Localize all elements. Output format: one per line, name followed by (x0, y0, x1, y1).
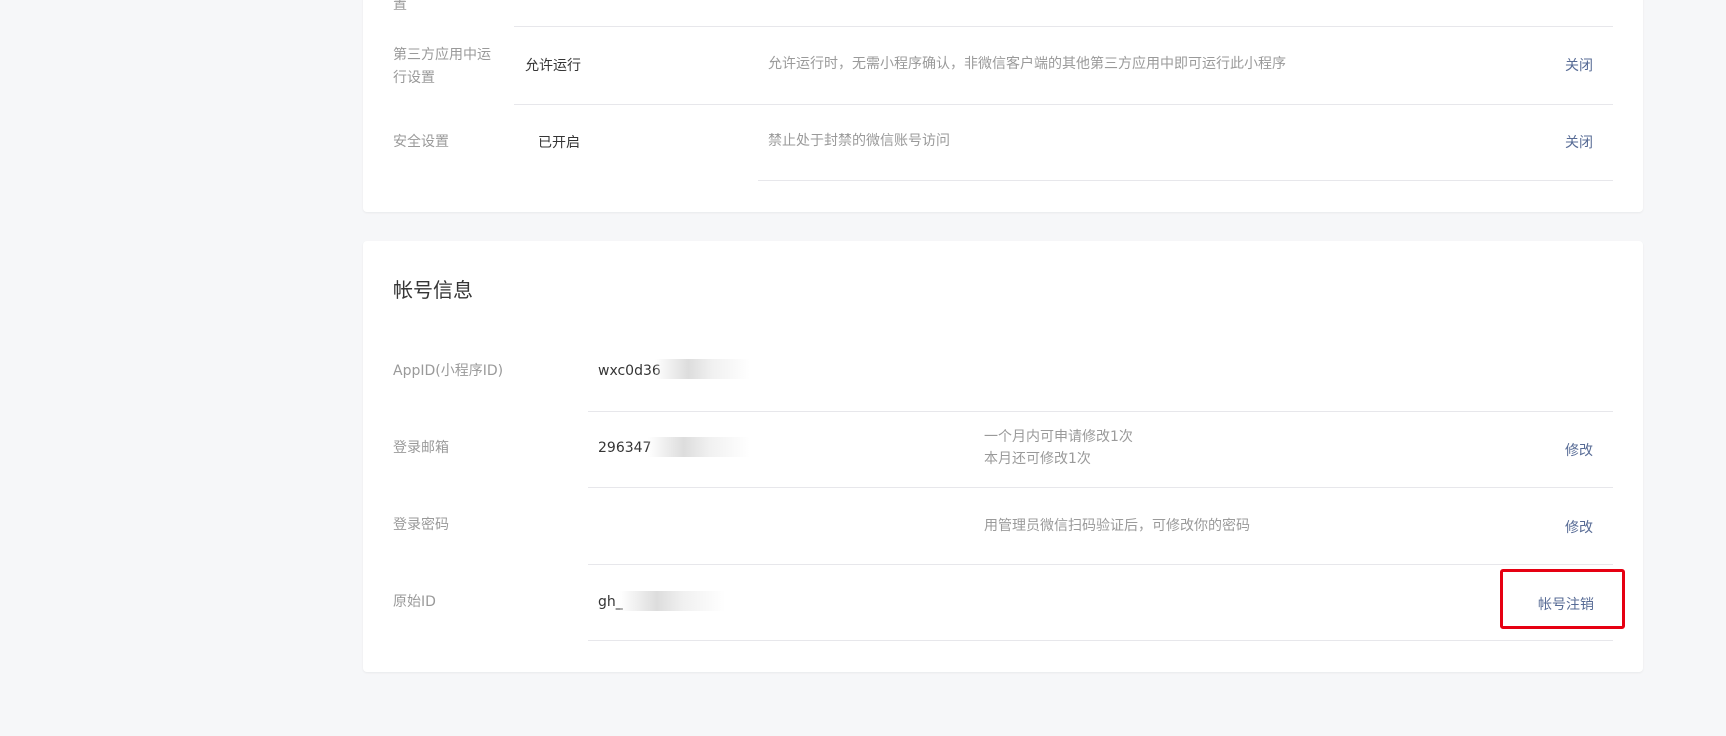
security-setting-desc: 禁止处于封禁的微信账号访问 (768, 133, 950, 149)
original-id-redaction-mask (620, 591, 725, 611)
highlight-box (1500, 569, 1625, 629)
security-setting-value: 已开启 (538, 135, 580, 151)
third-party-run-label-line2: 行设置 (393, 70, 435, 86)
original-id-label: 原始ID (393, 594, 436, 610)
partial-label: 置 (393, 0, 407, 13)
login-email-desc-line1: 一个月内可申请修改1次 (984, 429, 1133, 445)
login-password-desc: 用管理员微信扫码验证后，可修改你的密码 (984, 518, 1250, 534)
appid-value: wxc0d36 (598, 363, 661, 379)
divider (514, 26, 1613, 27)
third-party-run-desc: 允许运行时，无需小程序确认，非微信客户端的其他第三方应用中即可运行此小程序 (768, 56, 1286, 72)
divider (588, 411, 1613, 412)
login-email-label: 登录邮箱 (393, 440, 449, 456)
divider (588, 640, 1613, 641)
third-party-run-close-link[interactable]: 关闭 (1565, 55, 1593, 75)
login-email-redaction-mask (648, 437, 750, 457)
login-password-modify-link[interactable]: 修改 (1565, 517, 1593, 537)
third-party-run-value: 允许运行 (525, 58, 581, 74)
login-password-label: 登录密码 (393, 517, 449, 533)
settings-card: 置 第三方应用中运 行设置 允许运行 允许运行时，无需小程序确认，非微信客户端的… (363, 0, 1643, 212)
login-email-desc-line2: 本月还可修改1次 (984, 451, 1091, 467)
login-email-modify-link[interactable]: 修改 (1565, 440, 1593, 460)
appid-label: AppID(小程序ID) (393, 363, 504, 379)
divider (514, 104, 1613, 105)
divider (588, 564, 1613, 565)
divider (588, 487, 1613, 488)
security-setting-close-link[interactable]: 关闭 (1565, 132, 1593, 152)
login-email-value: 296347 (598, 440, 652, 456)
third-party-run-label-line1: 第三方应用中运 (393, 47, 491, 63)
account-info-card: 帐号信息 AppID(小程序ID) wxc0d36 登录邮箱 296347 一个… (363, 241, 1643, 672)
security-setting-label: 安全设置 (393, 134, 449, 150)
appid-redaction-mask (655, 359, 750, 379)
divider (758, 180, 1613, 181)
account-info-title: 帐号信息 (393, 278, 473, 302)
